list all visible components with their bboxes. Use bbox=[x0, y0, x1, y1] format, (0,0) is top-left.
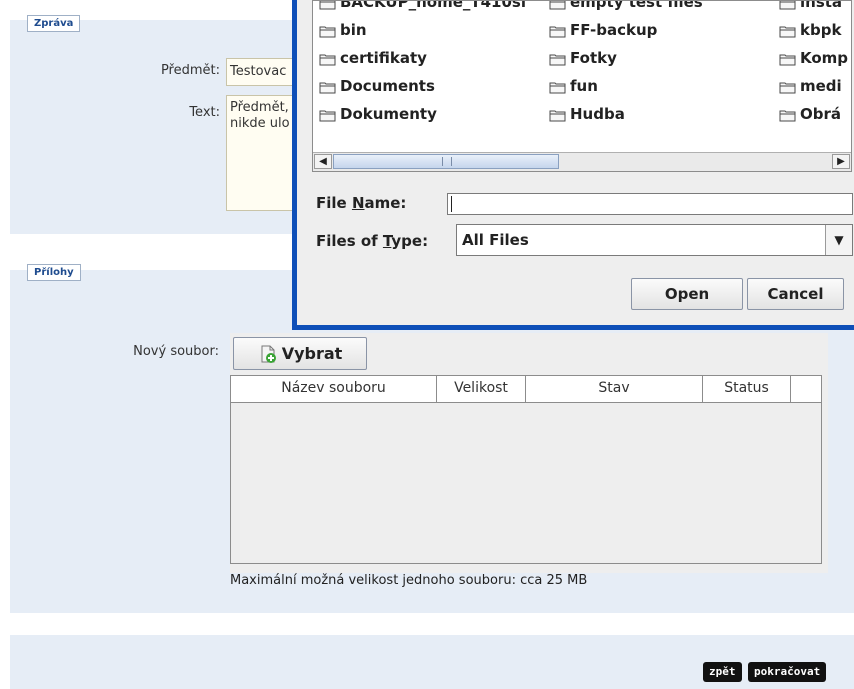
folder-icon bbox=[779, 109, 796, 122]
scroll-thumb[interactable] bbox=[333, 154, 559, 169]
choose-file-button[interactable]: Vybrat bbox=[233, 337, 367, 370]
attachments-tab[interactable]: Přílohy bbox=[27, 264, 81, 281]
subject-input[interactable]: Testovac bbox=[226, 58, 296, 86]
cancel-button[interactable]: Cancel bbox=[747, 278, 844, 310]
folder-icon bbox=[779, 53, 796, 66]
file-list-item-label: bin bbox=[340, 21, 367, 39]
folder-icon bbox=[319, 81, 336, 94]
back-button[interactable]: zpět bbox=[703, 662, 742, 682]
text-caret bbox=[451, 196, 452, 212]
scroll-left-arrow[interactable]: ◀ bbox=[314, 154, 332, 169]
file-list-item-label: BACKUP_home_T410sl bbox=[340, 0, 526, 11]
subject-label: Předmět: bbox=[160, 63, 220, 78]
horizontal-scrollbar[interactable]: ◀ ▶ bbox=[313, 152, 851, 171]
file-list-item-label: FF-backup bbox=[570, 21, 658, 39]
file-list-item-label: Hudba bbox=[570, 105, 625, 123]
file-list-item[interactable]: fun bbox=[549, 77, 598, 95]
column-header-extra bbox=[791, 376, 821, 402]
text-area[interactable]: Předmět, nikde ulo bbox=[226, 95, 296, 211]
files-of-type-label: Files of Type: bbox=[316, 232, 429, 250]
file-name-label: File Name: bbox=[316, 194, 407, 212]
file-list-item[interactable]: empty test files bbox=[549, 0, 703, 11]
chevron-down-icon[interactable]: ▼ bbox=[825, 225, 852, 255]
file-list-item-label: insta bbox=[800, 0, 843, 11]
file-list-item[interactable]: Dokumenty bbox=[319, 105, 437, 123]
file-list-item-label: Komp bbox=[800, 49, 849, 67]
attachments-table: Název souboru Velikost Stav Status bbox=[230, 375, 822, 564]
column-header-size[interactable]: Velikost bbox=[437, 376, 526, 402]
file-list-item[interactable]: medi bbox=[779, 77, 842, 95]
continue-button[interactable]: pokračovat bbox=[748, 662, 827, 682]
file-chooser-dialog: BACKUP_home_T410sl empty test files insta b… bbox=[292, 0, 854, 330]
file-list-item[interactable]: insta bbox=[779, 0, 843, 11]
file-list-item[interactable]: Documents bbox=[319, 77, 435, 95]
max-size-note: Maximální možná velikost jednoho souboru… bbox=[230, 573, 588, 588]
folder-icon bbox=[319, 1, 336, 10]
files-of-type-select[interactable]: All Files ▼ bbox=[456, 224, 853, 256]
file-list-item-label: medi bbox=[800, 77, 842, 95]
file-list-item-label: certifikaty bbox=[340, 49, 427, 67]
column-header-status[interactable]: Status bbox=[703, 376, 791, 402]
folder-icon bbox=[549, 1, 566, 10]
folder-icon bbox=[549, 53, 566, 66]
file-list-item[interactable]: certifikaty bbox=[319, 49, 427, 67]
scroll-right-arrow[interactable]: ▶ bbox=[832, 154, 850, 169]
text-label: Text: bbox=[189, 105, 220, 120]
file-list-item-label: Obrá bbox=[800, 105, 842, 123]
file-list-item-label: Fotky bbox=[570, 49, 617, 67]
file-list-item-label: kbpk bbox=[800, 21, 842, 39]
attachments-table-header: Název souboru Velikost Stav Status bbox=[231, 376, 821, 403]
file-list-item[interactable]: Fotky bbox=[549, 49, 617, 67]
file-list-item-label: Dokumenty bbox=[340, 105, 437, 123]
add-file-icon bbox=[258, 344, 278, 364]
file-list-item[interactable]: bin bbox=[319, 21, 367, 39]
folder-icon bbox=[549, 25, 566, 38]
column-header-state[interactable]: Stav bbox=[526, 376, 703, 402]
folder-icon bbox=[779, 1, 796, 10]
file-list-item-label: fun bbox=[570, 77, 598, 95]
file-list-item-label: Documents bbox=[340, 77, 435, 95]
file-list-item[interactable]: BACKUP_home_T410sl bbox=[319, 0, 526, 11]
file-list-item[interactable]: Obrá bbox=[779, 105, 841, 123]
file-name-input[interactable] bbox=[447, 193, 853, 215]
choose-file-label: Vybrat bbox=[281, 344, 343, 363]
file-list-item[interactable]: Hudba bbox=[549, 105, 625, 123]
folder-icon bbox=[549, 109, 566, 122]
file-list-item[interactable]: kbpk bbox=[779, 21, 841, 39]
open-button[interactable]: Open bbox=[631, 278, 743, 310]
folder-icon bbox=[549, 81, 566, 94]
folder-icon bbox=[779, 25, 796, 38]
folder-icon bbox=[319, 53, 336, 66]
new-file-label: Nový soubor: bbox=[133, 344, 219, 359]
file-list[interactable]: BACKUP_home_T410sl empty test files insta b… bbox=[312, 0, 852, 172]
file-chooser-body: BACKUP_home_T410sl empty test files insta b… bbox=[297, 0, 854, 325]
column-header-filename[interactable]: Název souboru bbox=[231, 376, 437, 402]
folder-icon bbox=[319, 25, 336, 38]
file-list-item[interactable]: Komp bbox=[779, 49, 848, 67]
file-list-item[interactable]: FF-backup bbox=[549, 21, 657, 39]
folder-icon bbox=[319, 109, 336, 122]
folder-icon bbox=[779, 81, 796, 94]
file-list-item-label: empty test files bbox=[570, 0, 703, 11]
message-tab[interactable]: Zpráva bbox=[27, 15, 81, 32]
